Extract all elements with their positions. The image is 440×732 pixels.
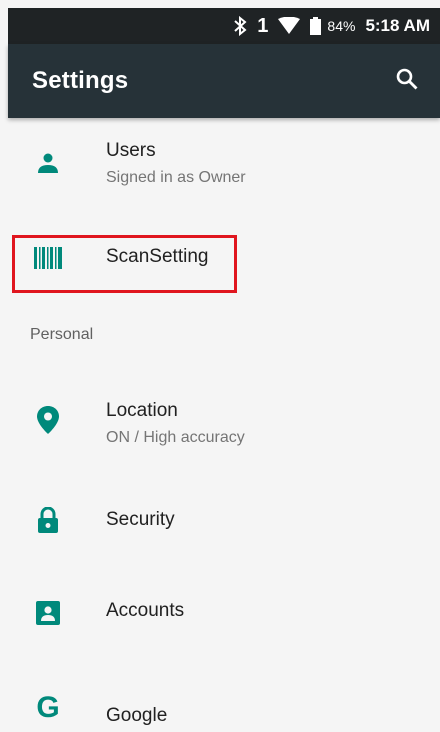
settings-item-title: Accounts <box>106 600 185 621</box>
settings-item-google[interactable]: G Google <box>8 662 440 732</box>
settings-item-title: Users <box>106 140 156 161</box>
bluetooth-icon <box>233 16 247 36</box>
settings-item-title: Google <box>106 705 168 726</box>
settings-item-title: Location <box>106 400 178 421</box>
account-box-icon <box>34 599 62 627</box>
settings-item-users[interactable]: Users Signed in as Owner <box>8 118 440 210</box>
section-header-personal: Personal <box>30 326 94 343</box>
google-icon: G <box>36 691 60 724</box>
status-bar: 1 84% 5:18 AM <box>8 8 440 44</box>
settings-item-title: Security <box>106 509 175 530</box>
clock: 5:18 AM <box>365 16 430 35</box>
wifi-icon <box>278 17 301 35</box>
location-pin-icon <box>34 406 62 434</box>
settings-item-security[interactable]: Security <box>8 476 440 566</box>
sim-indicator: 1 <box>257 14 269 37</box>
app-bar: Settings <box>8 44 440 118</box>
settings-item-location[interactable]: Location ON / High accuracy <box>8 380 440 476</box>
settings-item-subtitle: Signed in as Owner <box>106 169 246 186</box>
settings-item-accounts[interactable]: Accounts <box>8 566 440 662</box>
settings-item-subtitle: ON / High accuracy <box>106 429 245 446</box>
battery-icon: 84% <box>310 17 355 35</box>
lock-icon <box>34 506 62 534</box>
person-icon <box>34 149 62 177</box>
search-icon[interactable] <box>396 68 418 95</box>
page-title: Settings <box>32 67 129 94</box>
highlight-box <box>12 235 237 293</box>
battery-percent: 84% <box>327 18 356 34</box>
